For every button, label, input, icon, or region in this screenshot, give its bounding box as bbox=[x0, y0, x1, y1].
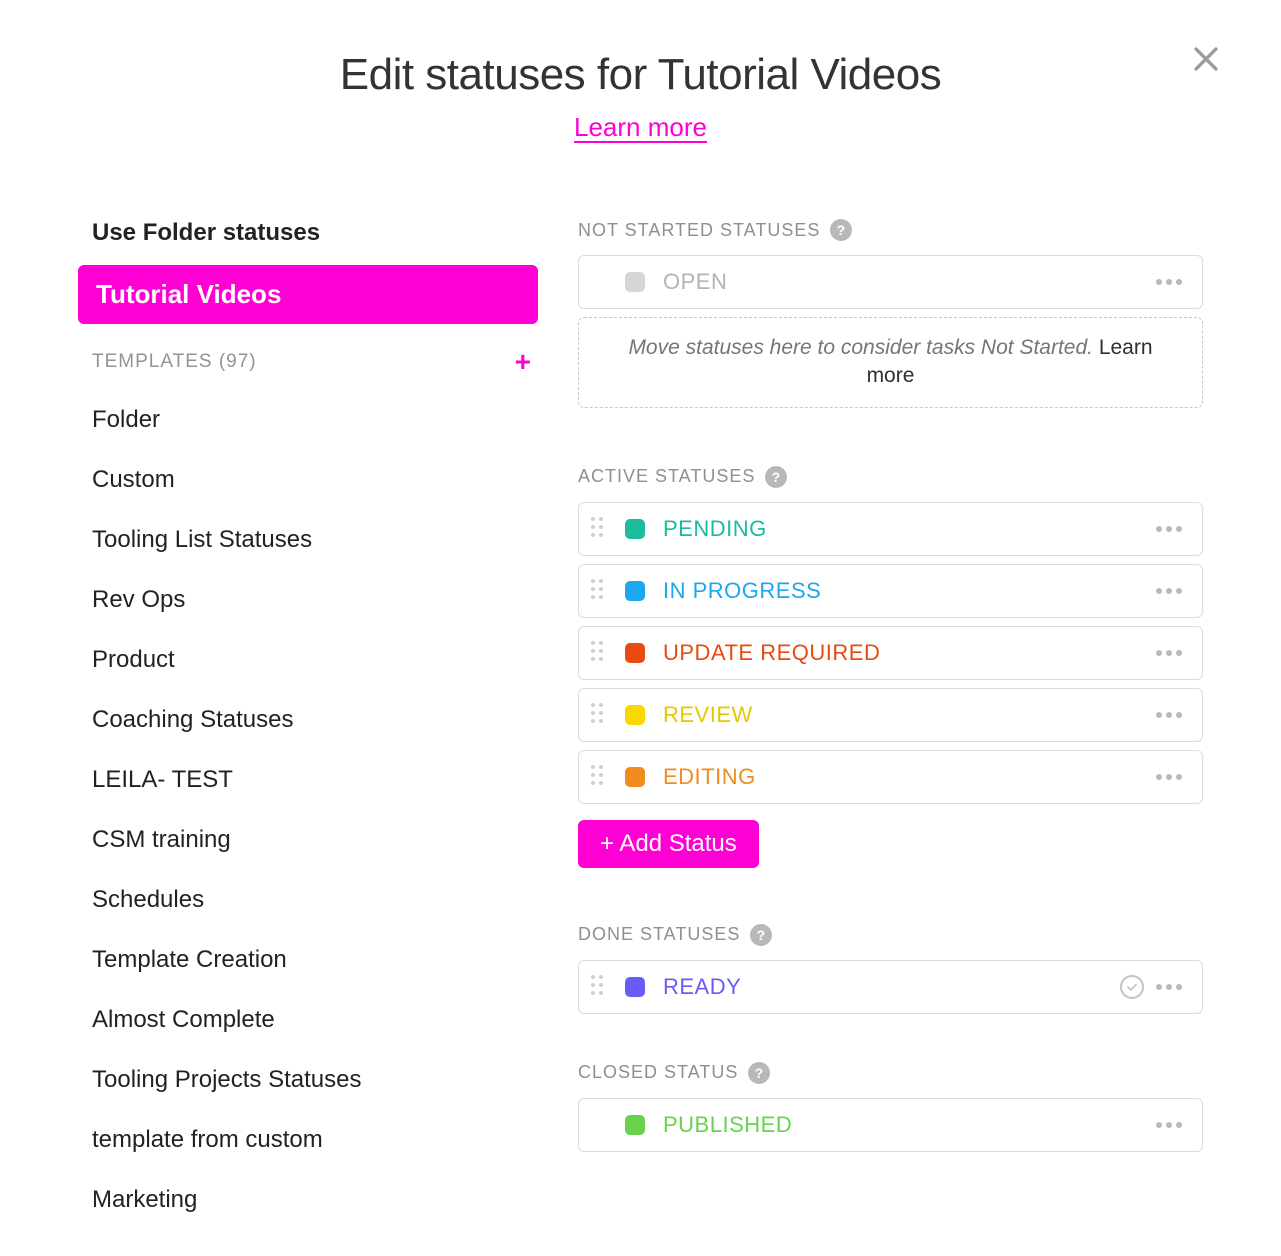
status-name-label[interactable]: UPDATE REQUIRED bbox=[663, 640, 1156, 666]
status-name-label[interactable]: READY bbox=[663, 974, 1120, 1000]
status-row[interactable]: OPEN bbox=[578, 255, 1203, 309]
template-item[interactable]: Schedules bbox=[78, 870, 538, 930]
more-options-icon[interactable] bbox=[1156, 984, 1182, 990]
status-name-label[interactable]: PENDING bbox=[663, 516, 1156, 542]
status-row[interactable]: UPDATE REQUIRED bbox=[578, 626, 1203, 680]
help-icon[interactable]: ? bbox=[765, 466, 787, 488]
drag-handle-icon[interactable] bbox=[591, 517, 607, 541]
status-color-swatch[interactable] bbox=[625, 977, 645, 997]
drag-handle-icon[interactable] bbox=[591, 641, 607, 665]
use-folder-statuses-label[interactable]: Use Folder statuses bbox=[78, 219, 538, 265]
template-item[interactable]: Rev Ops bbox=[78, 570, 538, 630]
template-item[interactable]: Tooling Projects Statuses bbox=[78, 1050, 538, 1110]
template-item[interactable]: CSM training bbox=[78, 810, 538, 870]
statuses-pane: NOT STARTED STATUSES ? OPEN Move statuse… bbox=[578, 219, 1203, 1230]
template-item[interactable]: Custom bbox=[78, 450, 538, 510]
edit-statuses-modal: Edit statuses for Tutorial Videos Learn … bbox=[0, 0, 1281, 1256]
status-name-label[interactable]: OPEN bbox=[663, 269, 1156, 295]
drag-handle-icon[interactable] bbox=[591, 579, 607, 603]
section-title: ACTIVE STATUSES bbox=[578, 466, 755, 487]
template-item[interactable]: template from custom bbox=[78, 1110, 538, 1170]
template-item[interactable]: Tooling List Statuses bbox=[78, 510, 538, 570]
more-options-icon[interactable] bbox=[1156, 588, 1182, 594]
active-section-header: ACTIVE STATUSES ? bbox=[578, 466, 1203, 488]
checkmark-icon[interactable] bbox=[1120, 975, 1144, 999]
template-item[interactable]: Marketing bbox=[78, 1170, 538, 1230]
status-color-swatch[interactable] bbox=[625, 643, 645, 663]
section-title: CLOSED STATUS bbox=[578, 1062, 738, 1083]
more-options-icon[interactable] bbox=[1156, 279, 1182, 285]
more-options-icon[interactable] bbox=[1156, 650, 1182, 656]
template-item[interactable]: Folder bbox=[78, 390, 538, 450]
learn-more-link[interactable]: Learn more bbox=[574, 112, 707, 142]
add-status-button[interactable]: + Add Status bbox=[578, 820, 759, 868]
help-icon[interactable]: ? bbox=[748, 1062, 770, 1084]
status-row[interactable]: IN PROGRESS bbox=[578, 564, 1203, 618]
drag-handle-icon[interactable] bbox=[591, 765, 607, 789]
status-name-label[interactable]: PUBLISHED bbox=[663, 1112, 1156, 1138]
more-options-icon[interactable] bbox=[1156, 1122, 1182, 1128]
status-row[interactable]: PENDING bbox=[578, 502, 1203, 556]
status-row[interactable]: PUBLISHED bbox=[578, 1098, 1203, 1152]
status-name-label[interactable]: REVIEW bbox=[663, 702, 1156, 728]
status-color-swatch[interactable] bbox=[625, 767, 645, 787]
status-color-swatch[interactable] bbox=[625, 272, 645, 292]
status-color-swatch[interactable] bbox=[625, 581, 645, 601]
status-color-swatch[interactable] bbox=[625, 1115, 645, 1135]
templates-section-header: TEMPLATES (97) + bbox=[78, 334, 538, 390]
status-name-label[interactable]: EDITING bbox=[663, 764, 1156, 790]
help-icon[interactable]: ? bbox=[750, 924, 772, 946]
template-item[interactable]: Almost Complete bbox=[78, 990, 538, 1050]
status-row[interactable]: READY bbox=[578, 960, 1203, 1014]
dropzone-text: Move statuses here to consider tasks Not… bbox=[628, 336, 1098, 359]
template-item[interactable]: Template Creation bbox=[78, 930, 538, 990]
status-color-swatch[interactable] bbox=[625, 705, 645, 725]
template-item[interactable]: Product bbox=[78, 630, 538, 690]
section-title: DONE STATUSES bbox=[578, 924, 740, 945]
done-section-header: DONE STATUSES ? bbox=[578, 924, 1203, 946]
status-row[interactable]: REVIEW bbox=[578, 688, 1203, 742]
not-started-section-header: NOT STARTED STATUSES ? bbox=[578, 219, 1203, 241]
selected-folder[interactable]: Tutorial Videos bbox=[78, 265, 538, 324]
close-icon[interactable] bbox=[1189, 42, 1223, 76]
drag-handle-icon[interactable] bbox=[591, 975, 607, 999]
template-item[interactable]: Coaching Statuses bbox=[78, 690, 538, 750]
not-started-dropzone[interactable]: Move statuses here to consider tasks Not… bbox=[578, 317, 1203, 408]
more-options-icon[interactable] bbox=[1156, 712, 1182, 718]
status-color-swatch[interactable] bbox=[625, 519, 645, 539]
more-options-icon[interactable] bbox=[1156, 774, 1182, 780]
templates-count-label: TEMPLATES (97) bbox=[92, 351, 257, 373]
status-row[interactable]: EDITING bbox=[578, 750, 1203, 804]
modal-title: Edit statuses for Tutorial Videos bbox=[60, 50, 1221, 100]
closed-section-header: CLOSED STATUS ? bbox=[578, 1062, 1203, 1084]
status-name-label[interactable]: IN PROGRESS bbox=[663, 578, 1156, 604]
drag-handle-icon[interactable] bbox=[591, 703, 607, 727]
template-sidebar: Use Folder statuses Tutorial Videos TEMP… bbox=[78, 219, 538, 1230]
add-template-icon[interactable]: + bbox=[515, 348, 532, 376]
modal-header: Edit statuses for Tutorial Videos Learn … bbox=[60, 50, 1221, 143]
template-item[interactable]: LEILA- TEST bbox=[78, 750, 538, 810]
help-icon[interactable]: ? bbox=[830, 219, 852, 241]
more-options-icon[interactable] bbox=[1156, 526, 1182, 532]
section-title: NOT STARTED STATUSES bbox=[578, 220, 820, 241]
